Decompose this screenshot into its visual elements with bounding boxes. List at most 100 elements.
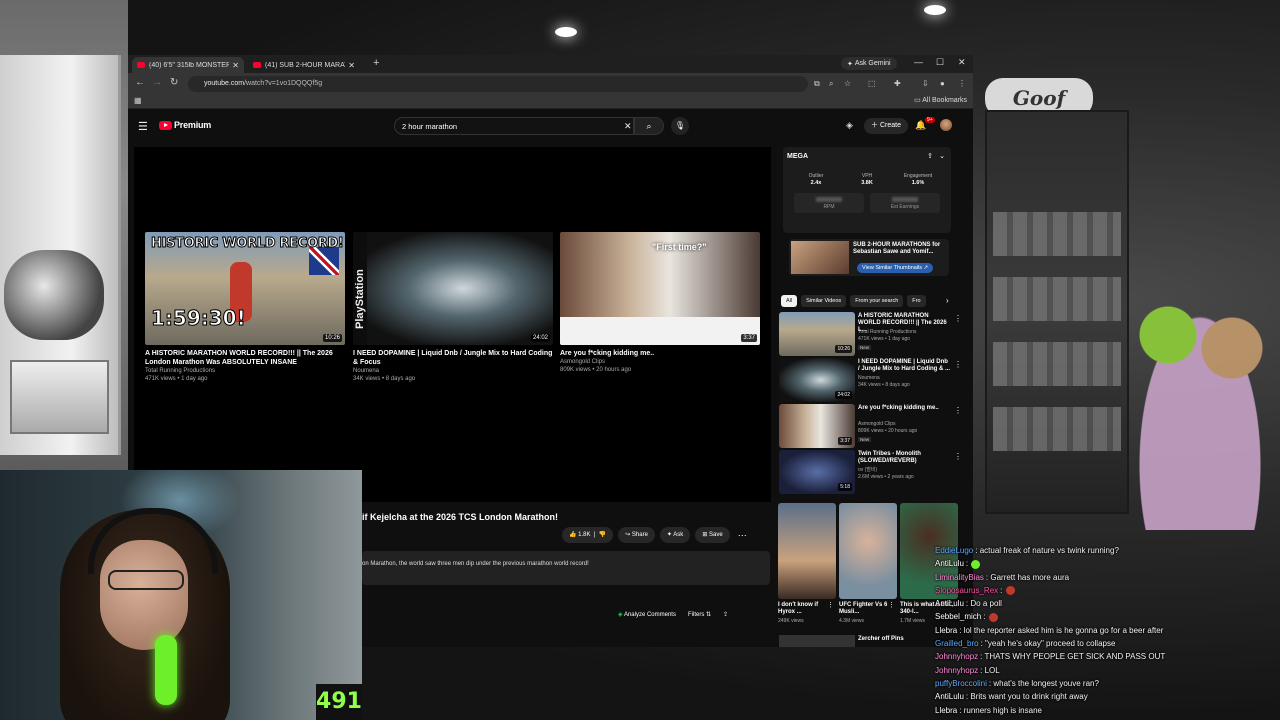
- voice-search-button[interactable]: 🎙: [671, 117, 689, 135]
- machine-slot: [10, 360, 109, 434]
- more-icon[interactable]: ⋮: [888, 601, 895, 609]
- chat-username[interactable]: EddieLugo: [935, 546, 973, 555]
- close-icon[interactable]: ✕: [232, 61, 239, 70]
- notification-count: 9+: [925, 117, 935, 123]
- new-tab-button[interactable]: +: [373, 57, 379, 69]
- save-button[interactable]: ⊞ Save: [695, 527, 730, 543]
- like-button[interactable]: 👍 1.8K | 👎: [562, 527, 614, 543]
- short-thumbnail[interactable]: [778, 503, 836, 599]
- chat-username[interactable]: Sloposaurus_Rex: [935, 586, 998, 595]
- maximize-icon[interactable]: ☐: [936, 57, 944, 68]
- more-icon[interactable]: ⋮: [954, 360, 962, 369]
- video-player[interactable]: HISTORIC WORLD RECORD! 1:59:30! 10:26 A …: [134, 147, 771, 502]
- recommendation-item[interactable]: 3:37 Are you f*cking kidding me.. Asmong…: [779, 404, 962, 448]
- extensions-puzzle-icon[interactable]: ✚: [894, 79, 901, 88]
- rec-meta: 2.6M views • 2 years ago: [858, 473, 914, 480]
- share-button[interactable]: ↪ Share: [618, 527, 655, 543]
- avatar[interactable]: [940, 119, 952, 131]
- short-meta: 249K views: [778, 618, 804, 624]
- minimize-icon[interactable]: —: [914, 57, 923, 67]
- chat-text: actual freak of nature vs twink running?: [979, 546, 1119, 555]
- chat-username[interactable]: Johnnyhopz: [935, 666, 978, 675]
- recommendation-item[interactable]: Zercher off Pins: [779, 635, 959, 647]
- chat-text: Do a poll: [970, 599, 1002, 609]
- bookmark-star-icon[interactable]: ☆: [844, 79, 851, 88]
- ask-button[interactable]: ✦ Ask: [659, 527, 691, 543]
- chat-username[interactable]: LiminalityBias: [935, 573, 984, 582]
- chat-message: AntiLulu: Brits want you to drink right …: [935, 690, 1195, 703]
- clear-search-icon[interactable]: ✕: [624, 121, 632, 132]
- search-button[interactable]: ⌕: [634, 117, 664, 135]
- rec-thumbnail: 10:26: [779, 312, 855, 356]
- menu-dots-icon[interactable]: ⋮: [958, 79, 966, 88]
- chat-username[interactable]: AntiLulu: [935, 559, 964, 568]
- stat-label: VPH: [861, 173, 873, 179]
- plush-toys: [4, 250, 104, 340]
- chat-username[interactable]: AntiLulu: [935, 599, 964, 608]
- chat-username[interactable]: Grailled_bro: [935, 639, 979, 648]
- close-window-icon[interactable]: ✕: [958, 57, 966, 68]
- chat-message: Johnnyhopz: THATS WHY PEOPLE GET SICK AN…: [935, 650, 1195, 663]
- duration-badge: 10:26: [835, 345, 852, 353]
- chat-username[interactable]: Johnnyhopz: [935, 652, 978, 661]
- create-button[interactable]: ＋ Create: [864, 118, 908, 134]
- chat-username[interactable]: Llebra: [935, 626, 957, 635]
- more-icon[interactable]: ⋮: [827, 601, 834, 609]
- recommendation-item[interactable]: 5:18 Twin Tribes - Monolith (SLOWED//REV…: [779, 450, 962, 494]
- youtube-logo[interactable]: Premium: [159, 120, 211, 130]
- extension-icon[interactable]: ⬚: [868, 79, 876, 88]
- chip-similar[interactable]: Similar Videos: [801, 295, 847, 307]
- short-title: I don't know if Hyrox ...: [778, 602, 819, 615]
- download-icon[interactable]: ⇩: [922, 79, 929, 88]
- view-similar-button[interactable]: View Similar Thumbnails ↗: [857, 263, 934, 273]
- glasses: [108, 570, 184, 590]
- short-thumbnail[interactable]: [839, 503, 897, 599]
- thumbs-down-icon[interactable]: 👎: [599, 532, 606, 538]
- chip-search[interactable]: From your search: [850, 295, 904, 307]
- apps-grid-icon[interactable]: ▦: [134, 96, 142, 105]
- endscreen-card[interactable]: HISTORIC WORLD RECORD! 1:59:30! 10:26 A …: [145, 232, 345, 383]
- stats-row: Outlier 2.4x VPH 3.8K Engagement 1.6%: [791, 173, 943, 187]
- zoom-icon[interactable]: ⌕: [829, 79, 833, 89]
- more-actions-icon[interactable]: ⋯: [735, 527, 750, 543]
- endscreen-card[interactable]: PlayStation 24:02 I NEED DOPAMINE | Liqu…: [353, 232, 553, 383]
- export-icon[interactable]: ⇪: [927, 152, 933, 160]
- endscreen-card[interactable]: "First time?" 3:37 Are you f*cking kiddi…: [560, 232, 760, 374]
- forward-icon[interactable]: →: [152, 77, 162, 88]
- description-box[interactable]: on Marathon, the world saw three men dip…: [362, 551, 770, 585]
- extension-shortcut-icon[interactable]: ◈: [846, 120, 853, 131]
- close-icon[interactable]: ✕: [348, 61, 355, 70]
- emote-icon: [988, 612, 998, 622]
- reload-icon[interactable]: ↻: [170, 77, 178, 88]
- tab-marathon[interactable]: (41) SUB 2-HOUR MARATHON ✕: [248, 57, 360, 73]
- analyze-comments-button[interactable]: ◈ Analyze Comments: [618, 611, 676, 618]
- install-icon[interactable]: ⧉: [814, 79, 820, 89]
- more-icon[interactable]: ⋮: [954, 452, 962, 461]
- profile-icon[interactable]: ●: [940, 79, 945, 88]
- chat-username[interactable]: Llebra: [935, 706, 957, 715]
- more-icon[interactable]: ⋮: [954, 314, 962, 323]
- chat-username[interactable]: Sebbel_mich: [935, 612, 981, 621]
- export-icon[interactable]: ⇪: [723, 611, 728, 618]
- chevron-down-icon[interactable]: ⌄: [939, 152, 945, 160]
- all-bookmarks[interactable]: ▭ All Bookmarks: [914, 96, 967, 104]
- youtube-header: ☰ Premium 2 hour marathon ✕ ⌕ 🎙 ◈ ＋ Crea…: [128, 108, 973, 146]
- chip-from[interactable]: Fro: [907, 295, 926, 307]
- more-icon[interactable]: ⋮: [954, 406, 962, 415]
- chat-username[interactable]: puffyBroccolini: [935, 679, 987, 688]
- filters-label: Filters: [687, 612, 705, 618]
- chevron-right-icon[interactable]: ›: [946, 296, 949, 305]
- plus-icon: ＋: [871, 122, 880, 129]
- url-field[interactable]: youtube.com/watch?v=1vo1DQQQf5g: [188, 76, 808, 92]
- hamburger-menu-icon[interactable]: ☰: [138, 120, 148, 133]
- chip-all[interactable]: All: [781, 295, 798, 307]
- short-meta: 1.7M views: [900, 618, 926, 624]
- search-input[interactable]: 2 hour marathon: [394, 117, 634, 135]
- filters-button[interactable]: Filters ⇅: [688, 611, 711, 618]
- ask-gemini-button[interactable]: ✦ Ask Gemini: [841, 57, 897, 70]
- tab-monster[interactable]: (40) 6'5" 315lb MONSTER Gets ✕: [132, 57, 244, 73]
- back-icon[interactable]: ←: [135, 77, 145, 88]
- recommendation-item[interactable]: 24:02 I NEED DOPAMINE | Liquid Dnb / Jun…: [779, 358, 962, 402]
- chat-username[interactable]: AntiLulu: [935, 692, 964, 701]
- recommendation-item[interactable]: 10:26 A HISTORIC MARATHON WORLD RECORD!!…: [779, 312, 962, 356]
